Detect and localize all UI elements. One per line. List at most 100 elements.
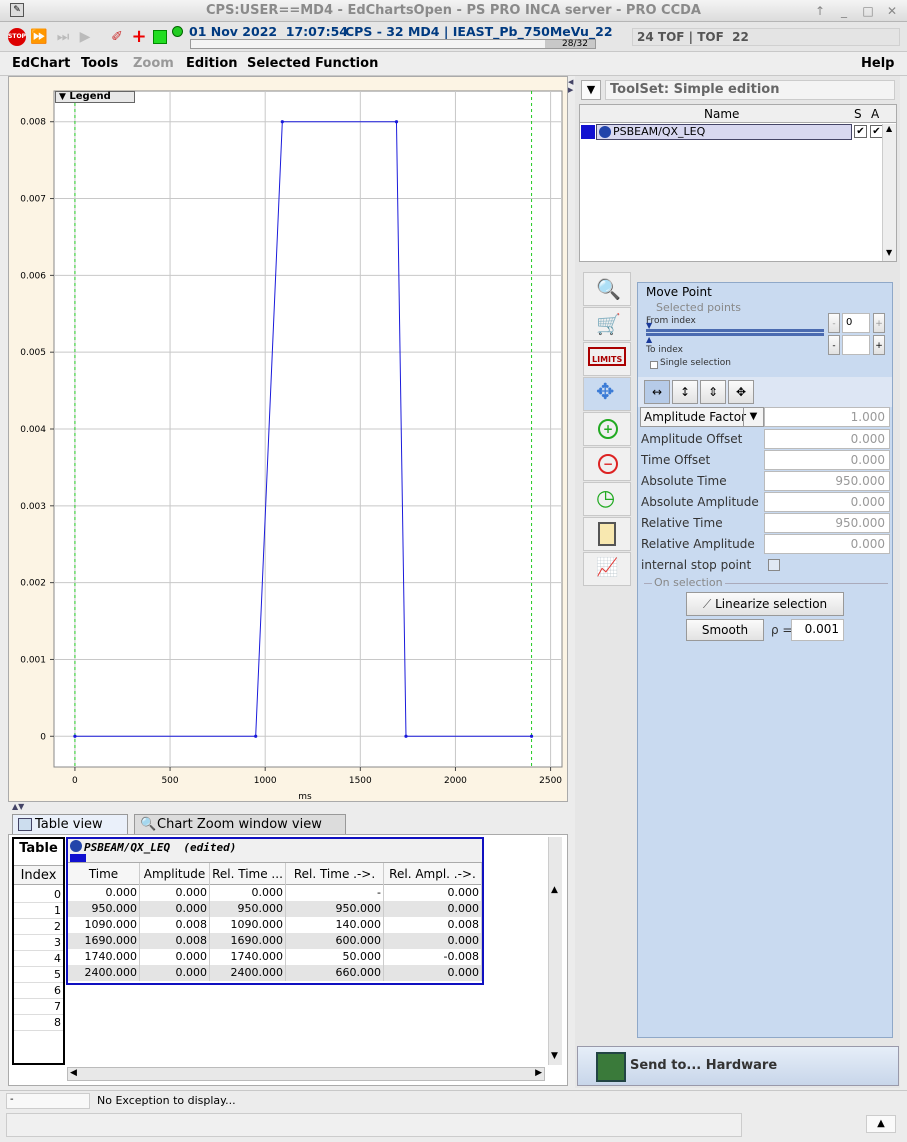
scroll-down-icon[interactable]: ▼ bbox=[551, 1051, 558, 1061]
index-cell[interactable]: 8 bbox=[14, 1015, 63, 1031]
vertical-move-icon[interactable]: ↕ bbox=[672, 380, 698, 404]
minimize-icon[interactable]: _ bbox=[836, 3, 852, 19]
stop-icon[interactable]: STOP bbox=[8, 28, 26, 46]
menu-selected-function[interactable]: Selected Function bbox=[247, 56, 378, 71]
minimize-up-icon[interactable]: ↑ bbox=[812, 3, 828, 19]
chart-panel[interactable]: 0 500 1000 1500 2000 2500 0 0.001 0.002 0.003 0.00… bbox=[8, 76, 568, 802]
table-cell[interactable]: 140.000 bbox=[286, 917, 384, 933]
table-cell[interactable]: 0.000 bbox=[384, 901, 482, 917]
vertical-dotted-move-icon[interactable]: ⇕ bbox=[700, 380, 726, 404]
menu-edchart[interactable]: EdChart bbox=[12, 56, 70, 71]
table-cell[interactable]: 1690.000 bbox=[210, 933, 286, 949]
vertical-splitter-icon[interactable]: ◀ ▶ bbox=[568, 78, 574, 94]
table-cell[interactable]: 0.008 bbox=[140, 933, 210, 949]
table-cell[interactable]: 0.000 bbox=[384, 933, 482, 949]
table-cell[interactable]: 950.000 bbox=[210, 901, 286, 917]
table-cell[interactable]: 0.000 bbox=[384, 965, 482, 981]
slider-handle-icon[interactable]: ▼ bbox=[646, 321, 652, 330]
tool-move-point[interactable]: ✥ bbox=[583, 377, 631, 411]
table-row[interactable]: 1090.000 0.008 1090.000 140.000 0.008 bbox=[68, 917, 482, 933]
tool-time[interactable]: ◷ bbox=[583, 482, 631, 516]
function-list[interactable]: Name S A PSBEAM/QX_LEQ ✔ ✔ ▲ ▼ bbox=[579, 104, 897, 262]
rho-field[interactable]: 0.001 bbox=[791, 619, 844, 641]
internal-stop-checkbox[interactable] bbox=[768, 559, 780, 571]
tab-chart-zoom[interactable]: 🔍 Chart Zoom window view bbox=[134, 814, 346, 836]
amplitude-factor-field[interactable]: 1.000 bbox=[764, 407, 890, 427]
table-row[interactable]: 1690.000 0.008 1690.000 600.000 0.000 bbox=[68, 933, 482, 949]
toolset-dropdown-icon[interactable]: ▼ bbox=[581, 80, 601, 100]
scroll-up-icon[interactable]: ▲ bbox=[886, 124, 892, 133]
single-selection-checkbox[interactable] bbox=[650, 361, 658, 369]
table-cell[interactable]: 1090.000 bbox=[210, 917, 286, 933]
table-cell[interactable]: 600.000 bbox=[286, 933, 384, 949]
to-increment-button[interactable]: + bbox=[873, 335, 885, 355]
relative-time-field[interactable]: 950.000 bbox=[764, 513, 890, 533]
table-cell[interactable]: 950.000 bbox=[68, 901, 140, 917]
scroll-down-icon[interactable]: ▼ bbox=[886, 248, 892, 257]
column-header[interactable]: Amplitude bbox=[140, 863, 210, 885]
table-cell[interactable]: 1090.000 bbox=[68, 917, 140, 933]
to-index-field[interactable] bbox=[842, 335, 870, 355]
table-cell[interactable]: 0.000 bbox=[140, 901, 210, 917]
menu-zoom[interactable]: Zoom bbox=[133, 56, 174, 71]
horizontal-move-icon[interactable]: ↔ bbox=[644, 380, 670, 404]
menu-help[interactable]: Help bbox=[861, 56, 894, 71]
send-to-hardware-button[interactable]: Send to... Hardware bbox=[577, 1046, 899, 1086]
index-cell[interactable]: 4 bbox=[14, 951, 63, 967]
menu-edition[interactable]: Edition bbox=[186, 56, 238, 71]
index-cell[interactable]: 3 bbox=[14, 935, 63, 951]
table-row[interactable]: 2400.000 0.000 2400.000 660.000 0.000 bbox=[68, 965, 482, 981]
table-cell[interactable]: 0.000 bbox=[140, 885, 210, 901]
tool-add-point[interactable]: + bbox=[583, 412, 631, 446]
table-cell[interactable]: 0.000 bbox=[210, 885, 286, 901]
amplitude-offset-field[interactable]: 0.000 bbox=[764, 429, 890, 449]
vertical-scrollbar[interactable]: ▲ ▼ bbox=[548, 837, 562, 1065]
table-cell[interactable]: 50.000 bbox=[286, 949, 384, 965]
table-cell[interactable]: 1740.000 bbox=[68, 949, 140, 965]
tool-limits[interactable]: LIMITS bbox=[583, 342, 631, 376]
table-cell[interactable]: 0.000 bbox=[68, 885, 140, 901]
index-cell[interactable]: 1 bbox=[14, 903, 63, 919]
play-icon[interactable]: ▶ bbox=[76, 28, 94, 46]
free-move-icon[interactable]: ✥ bbox=[728, 380, 754, 404]
add-icon[interactable]: + bbox=[130, 28, 148, 46]
scroll-top-icon[interactable]: ▲ bbox=[866, 1115, 896, 1133]
eraser-icon[interactable]: ✐ bbox=[108, 28, 126, 46]
index-cell[interactable]: 6 bbox=[14, 983, 63, 999]
scroll-right-icon[interactable]: ▶ bbox=[535, 1068, 542, 1078]
table-cell[interactable]: 0.000 bbox=[384, 885, 482, 901]
legend-toggle[interactable]: ▼ Legend bbox=[55, 91, 135, 103]
index-cell[interactable]: 7 bbox=[14, 999, 63, 1015]
from-index-field[interactable]: 0 bbox=[842, 313, 870, 333]
scroll-up-icon[interactable]: ▲ bbox=[551, 885, 558, 895]
column-header[interactable]: Rel. Time .->. bbox=[286, 863, 384, 885]
function-table[interactable]: PSBEAM/QX_LEQ (edited) Time Amplitude Rel.… bbox=[66, 837, 484, 985]
index-cell[interactable]: 5 bbox=[14, 967, 63, 983]
chevron-down-icon[interactable]: ▼ bbox=[743, 408, 763, 426]
table-cell[interactable]: 1740.000 bbox=[210, 949, 286, 965]
table-cell[interactable]: 1690.000 bbox=[68, 933, 140, 949]
tool-cart[interactable]: 🛒 bbox=[583, 307, 631, 341]
column-header[interactable]: Rel. Ampl. .->. bbox=[384, 863, 482, 885]
table-cell[interactable]: 0.000 bbox=[140, 949, 210, 965]
absolute-amplitude-field[interactable]: 0.000 bbox=[764, 492, 890, 512]
index-cell[interactable]: 2 bbox=[14, 919, 63, 935]
function-list-row[interactable]: PSBEAM/QX_LEQ ✔ ✔ bbox=[580, 124, 883, 140]
menu-tools[interactable]: Tools bbox=[81, 56, 118, 71]
close-icon[interactable]: ✕ bbox=[884, 3, 900, 19]
table-row[interactable]: 1740.000 0.000 1740.000 50.000 -0.008 bbox=[68, 949, 482, 965]
fast-forward-icon[interactable]: ⏩ bbox=[30, 28, 48, 46]
table-row[interactable]: 0.000 0.000 0.000-0.000 bbox=[68, 885, 482, 901]
table-cell[interactable]: - bbox=[286, 885, 384, 901]
tool-remove-point[interactable]: − bbox=[583, 447, 631, 481]
relative-amplitude-field[interactable]: 0.000 bbox=[764, 534, 890, 554]
table-cell[interactable]: -0.008 bbox=[384, 949, 482, 965]
function-list-scrollbar[interactable]: ▲ ▼ bbox=[882, 124, 896, 261]
tool-zoom[interactable]: 🔍 bbox=[583, 272, 631, 306]
table-cell[interactable]: 2400.000 bbox=[210, 965, 286, 981]
table-cell[interactable]: 950.000 bbox=[286, 901, 384, 917]
from-decrement-button[interactable]: - bbox=[828, 313, 840, 333]
absolute-time-field[interactable]: 950.000 bbox=[764, 471, 890, 491]
tab-table-view[interactable]: Table view bbox=[12, 814, 128, 836]
chart-svg[interactable]: 0 500 1000 1500 2000 2500 0 0.001 0.002 0.003 0.00… bbox=[9, 77, 569, 803]
